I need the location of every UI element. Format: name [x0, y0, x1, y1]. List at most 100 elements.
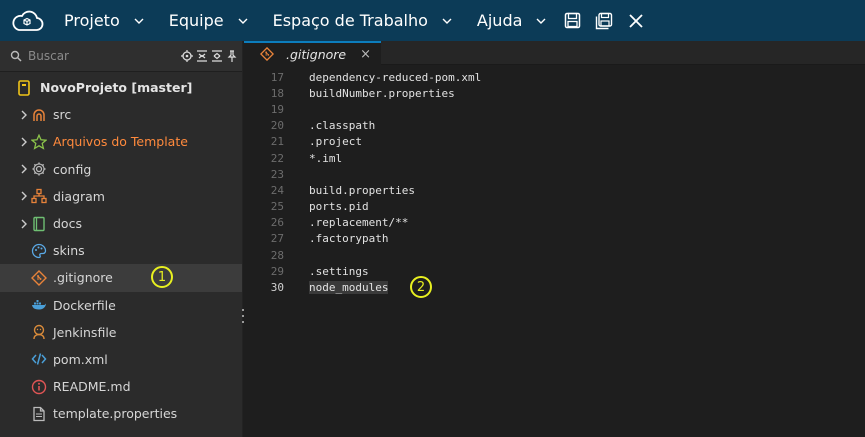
code-line: 25 ports.pid	[244, 199, 865, 215]
line-text: .settings	[309, 264, 369, 278]
tree-item-gitignore[interactable]: .gitignore 1	[0, 264, 242, 292]
tree-item-label: README.md	[53, 379, 131, 395]
tree-item-label: Arquivos do Template	[53, 134, 188, 150]
chevron-down-icon	[536, 16, 546, 26]
tree-item-readme[interactable]: README.md	[0, 373, 242, 400]
file-icon	[31, 406, 47, 422]
cloud-logo-icon[interactable]	[6, 0, 48, 41]
tree-item-label: src	[53, 107, 72, 123]
line-number: 29	[270, 264, 284, 278]
code-line: 27 .factorypath	[244, 231, 865, 247]
tree-item-src[interactable]: src	[0, 101, 242, 128]
tree-item-label: pom.xml	[53, 351, 108, 367]
docker-icon	[31, 297, 47, 313]
line-number: 21	[270, 135, 284, 149]
editor-area: .gitignore × 17 dependency-reduced-pom.xm…	[244, 41, 865, 437]
tree-item-diagram[interactable]: diagram	[0, 183, 242, 210]
chevron-right-icon[interactable]	[18, 109, 30, 121]
chevron-right-icon[interactable]	[18, 190, 30, 202]
code-line: 28	[244, 247, 865, 263]
tree-item-arquivos-do-template[interactable]: Arquivos do Template	[0, 128, 242, 155]
menu-projeto[interactable]: Projeto	[52, 0, 157, 41]
tree-item-label: docs	[53, 216, 82, 232]
code-line: 24 build.properties	[244, 182, 865, 198]
chevron-down-icon	[134, 16, 144, 26]
line-text: .factorypath	[309, 232, 389, 246]
menu-ajuda[interactable]: Ajuda	[465, 0, 560, 41]
tree-item-dockerfile[interactable]: Dockerfile	[0, 292, 242, 319]
line-number: 26	[270, 216, 284, 230]
tree-item-label: config	[53, 161, 92, 177]
collapse-all-icon[interactable]	[196, 50, 208, 62]
line-number: 22	[270, 151, 284, 165]
gear-icon	[31, 161, 47, 177]
tree-item-config[interactable]: config	[0, 156, 242, 183]
line-text: node_modules	[309, 281, 389, 295]
search-bar	[0, 41, 242, 72]
line-text: .classpath	[309, 119, 376, 133]
chevron-right-icon[interactable]	[18, 163, 30, 175]
tree-item-label: diagram	[53, 188, 105, 204]
chevron-right-icon[interactable]	[18, 136, 30, 148]
info-icon	[31, 379, 47, 395]
save-icon[interactable]	[563, 12, 581, 30]
repository-icon	[16, 79, 32, 96]
close-icon[interactable]	[627, 12, 645, 30]
tree-item-label: Dockerfile	[53, 297, 116, 313]
code-line: 17 dependency-reduced-pom.xml	[244, 69, 865, 85]
line-text: .project	[309, 135, 362, 149]
code-line: 18 buildNumber.properties	[244, 85, 865, 101]
line-number: 27	[270, 232, 284, 246]
code-line: 23	[244, 166, 865, 182]
git-icon	[260, 47, 274, 61]
menu-espaco-de-trabalho[interactable]: Espaço de Trabalho	[261, 0, 465, 41]
menu-equipe-label: Equipe	[168, 11, 224, 30]
line-number: 28	[270, 248, 284, 262]
line-number: 20	[270, 119, 284, 133]
line-text: dependency-reduced-pom.xml	[309, 70, 482, 84]
tree-item-jenkinsfile[interactable]: Jenkinsfile	[0, 319, 242, 346]
menu-espaco-label: Espaço de Trabalho	[272, 11, 428, 30]
tab-close-icon[interactable]: ×	[360, 47, 371, 62]
chevron-down-icon	[442, 16, 452, 26]
book-icon	[31, 216, 47, 232]
locate-icon[interactable]	[181, 50, 193, 62]
step-badge: 2	[410, 276, 432, 299]
code-view[interactable]: 17 dependency-reduced-pom.xml 18 buildNumb…	[244, 65, 865, 299]
line-number: 23	[270, 167, 284, 181]
code-line: 26 .replacement/**	[244, 215, 865, 231]
step-badge: 1	[151, 266, 173, 289]
tree-item-pom-xml[interactable]: pom.xml	[0, 346, 242, 373]
chevron-right-icon[interactable]	[18, 218, 30, 230]
chevron-down-icon	[238, 16, 248, 26]
save-all-icon[interactable]	[595, 12, 613, 30]
tab-gitignore[interactable]: .gitignore ×	[244, 41, 381, 65]
top-bar: Projeto Equipe Espaço de Trabalho Ajuda	[0, 0, 865, 41]
line-number: 25	[270, 200, 284, 214]
menu-projeto-label: Projeto	[64, 11, 120, 30]
file-explorer: NovoProjeto [master] src Arquivos do Tem…	[0, 41, 243, 437]
search-input[interactable]	[28, 49, 168, 63]
menu-equipe[interactable]: Equipe	[157, 0, 261, 41]
line-text: buildNumber.properties	[309, 86, 455, 100]
diagram-icon	[31, 188, 47, 204]
tree-item-label: Jenkinsfile	[53, 324, 117, 340]
code-line: 21 .project	[244, 134, 865, 150]
expand-all-icon[interactable]	[211, 50, 223, 62]
tree-item-template-properties[interactable]: template.properties	[0, 400, 242, 427]
code-line: 29 .settings	[244, 263, 865, 279]
editor-tabs: .gitignore ×	[244, 41, 865, 65]
tree-item-label: skins	[53, 243, 85, 259]
project-root[interactable]: NovoProjeto [master]	[0, 74, 242, 101]
tab-label: .gitignore	[286, 46, 347, 62]
tree-item-skins[interactable]: skins	[0, 237, 242, 264]
tree-item-docs[interactable]: docs	[0, 210, 242, 237]
code-line: 19	[244, 101, 865, 117]
main-menu: Projeto Equipe Espaço de Trabalho Ajuda	[52, 0, 559, 41]
pin-icon[interactable]	[226, 50, 238, 62]
project-root-label: NovoProjeto [master]	[40, 80, 193, 96]
star-icon	[31, 133, 47, 150]
code-line: 20 .classpath	[244, 118, 865, 134]
code-line: 22 *.iml	[244, 150, 865, 166]
line-text: .replacement/**	[309, 216, 409, 230]
